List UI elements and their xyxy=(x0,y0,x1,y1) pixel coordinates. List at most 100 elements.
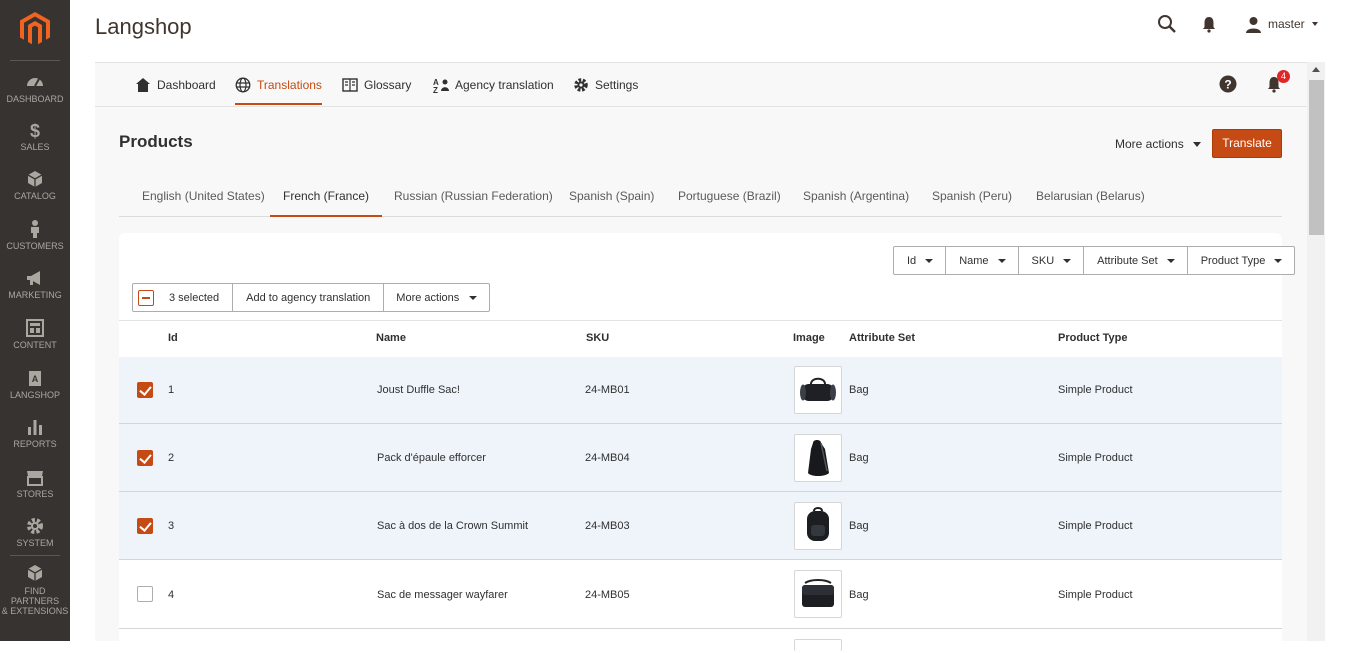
cell-product-type: Simple Product xyxy=(1058,384,1133,396)
user-menu[interactable]: master xyxy=(1245,14,1318,34)
nav-item-settings[interactable]: Settings xyxy=(573,63,638,107)
sidebar-item-content[interactable]: CONTENT xyxy=(0,318,70,350)
sidebar-item-find-partners[interactable]: FIND PARTNERS & EXTENSIONS xyxy=(0,564,70,616)
cell-name: Sac de messager wayfarer xyxy=(377,589,508,601)
sidebar-item-label: SALES xyxy=(20,142,50,152)
cell-attribute-set: Bag xyxy=(849,589,869,601)
home-icon xyxy=(136,78,150,92)
sidebar-item-sales[interactable]: $ SALES xyxy=(0,120,70,152)
svg-text:$: $ xyxy=(30,121,40,140)
search-icon[interactable] xyxy=(1157,14,1177,34)
bell-icon[interactable] xyxy=(1201,15,1217,33)
language-tabs: English (United States) French (France) … xyxy=(119,178,1282,217)
table-row[interactable] xyxy=(119,629,1282,651)
dashboard-icon xyxy=(25,72,45,92)
nav-item-translations[interactable]: Translations xyxy=(235,63,322,107)
cell-id: 2 xyxy=(168,452,175,464)
column-header-image: Image xyxy=(793,332,825,344)
nav-item-glossary[interactable]: Glossary xyxy=(342,63,411,107)
filter-name[interactable]: Name xyxy=(945,247,1017,274)
cell-sku: 24-MB03 xyxy=(585,520,630,532)
tab-russian-russian-federation[interactable]: Russian (Russian Federation) xyxy=(394,178,553,216)
scrollbar-thumb[interactable] xyxy=(1309,80,1324,235)
column-header-sku[interactable]: SKU xyxy=(586,332,609,344)
tab-spanish-argentina[interactable]: Spanish (Argentina) xyxy=(803,178,909,216)
chevron-down-icon xyxy=(1274,258,1283,263)
scroll-up-arrow[interactable] xyxy=(1312,67,1320,72)
tab-belarusian-belarus[interactable]: Belarusian (Belarus) xyxy=(1036,178,1145,216)
table-row[interactable]: 3 Sac à dos de la Crown Summit 24-MB03 B… xyxy=(119,492,1282,560)
sidebar-item-label: CUSTOMERS xyxy=(6,241,64,251)
mass-actions-bar: 3 selected Add to agency translation Mor… xyxy=(132,283,491,312)
sidebar-item-customers[interactable]: CUSTOMERS xyxy=(0,219,70,251)
sidebar-item-reports[interactable]: REPORTS xyxy=(0,417,70,449)
column-header-id[interactable]: Id xyxy=(168,332,178,344)
langshop-icon: A xyxy=(25,368,45,388)
row-checkbox[interactable] xyxy=(137,518,153,534)
mass-more-actions-dropdown[interactable]: More actions xyxy=(384,284,489,311)
sidebar-item-label: DASHBOARD xyxy=(6,94,64,104)
sidebar-item-stores[interactable]: STORES xyxy=(0,467,70,499)
tab-english-united-states[interactable]: English (United States) xyxy=(142,178,265,216)
translate-button[interactable]: Translate xyxy=(1212,129,1282,158)
sidebar-item-label: CONTENT xyxy=(13,340,57,350)
row-checkbox[interactable] xyxy=(137,450,153,466)
row-checkbox[interactable] xyxy=(137,586,153,602)
tab-portuguese-brazil[interactable]: Portuguese (Brazil) xyxy=(678,178,781,216)
row-checkbox[interactable] xyxy=(137,382,153,398)
cell-name: Pack d'épaule efforcer xyxy=(377,452,486,464)
magento-logo-icon[interactable] xyxy=(20,12,50,46)
sidebar-item-label: MARKETING xyxy=(8,290,62,300)
sidebar-item-label: LANGSHOP xyxy=(9,390,60,400)
section-title: Products xyxy=(119,132,193,151)
sidebar-item-langshop[interactable]: A LANGSHOP xyxy=(0,368,70,400)
chevron-down-icon xyxy=(1166,258,1175,263)
sidebar-item-catalog[interactable]: CATALOG xyxy=(0,169,70,201)
filter-product-type[interactable]: Product Type xyxy=(1186,247,1295,274)
svg-text:Z: Z xyxy=(433,86,438,93)
chevron-down-icon xyxy=(1192,141,1201,147)
column-header-name[interactable]: Name xyxy=(376,332,406,344)
filter-attribute-set[interactable]: Attribute Set xyxy=(1083,247,1187,274)
cell-name: Joust Duffle Sac! xyxy=(377,384,460,396)
cell-name: Sac à dos de la Crown Summit xyxy=(377,520,529,532)
tab-spanish-spain[interactable]: Spanish (Spain) xyxy=(569,178,654,216)
cell-attribute-set: Bag xyxy=(849,384,869,396)
deselect-all-checkbox[interactable] xyxy=(138,289,154,306)
help-icon[interactable]: ? xyxy=(1219,75,1237,93)
sidebar-item-label: STORES xyxy=(16,489,54,499)
agency-icon: AZ xyxy=(433,78,449,93)
sidebar-item-system[interactable]: SYSTEM xyxy=(0,516,70,548)
sidebar-item-label: FIND PARTNERS xyxy=(10,586,60,606)
gear-icon xyxy=(25,516,45,536)
tab-spanish-peru[interactable]: Spanish (Peru) xyxy=(932,178,1012,216)
boxes-icon xyxy=(25,564,45,584)
sling-backpack-image[interactable] xyxy=(794,434,842,482)
backpack-image[interactable] xyxy=(794,502,842,550)
cell-sku: 24-MB04 xyxy=(585,452,630,464)
nav-item-agency-translation[interactable]: AZ Agency translation xyxy=(433,63,554,107)
sidebar-item-dashboard[interactable]: DASHBOARD xyxy=(0,72,70,104)
column-header-attribute-set[interactable]: Attribute Set xyxy=(849,332,915,344)
column-header-product-type[interactable]: Product Type xyxy=(1058,332,1127,344)
add-to-agency-translation-button[interactable]: Add to agency translation xyxy=(233,284,385,311)
filter-sku[interactable]: SKU xyxy=(1017,247,1084,274)
cell-id: 4 xyxy=(168,589,175,601)
filter-id[interactable]: Id xyxy=(894,247,945,274)
sidebar-item-label: REPORTS xyxy=(13,439,57,449)
cube-icon xyxy=(25,169,45,189)
selection-toggle[interactable]: 3 selected xyxy=(133,284,234,311)
nav-item-dashboard[interactable]: Dashboard xyxy=(135,63,216,107)
chevron-down-icon xyxy=(1063,258,1072,263)
duffle-bag-image[interactable] xyxy=(794,366,842,414)
admin-sidebar: DASHBOARD $ SALES CATALOG CUSTOMERS MARK… xyxy=(0,0,70,641)
table-row[interactable]: 1 Joust Duffle Sac! 24-MB01 Bag Simple P… xyxy=(119,357,1282,424)
tab-french-france[interactable]: French (France) xyxy=(269,178,383,217)
table-row[interactable]: 2 Pack d'épaule efforcer 24-MB04 Bag Sim… xyxy=(119,424,1282,492)
dollar-icon: $ xyxy=(25,120,45,141)
more-actions-dropdown[interactable]: More actions xyxy=(1115,137,1201,151)
sidebar-item-marketing[interactable]: MARKETING xyxy=(0,268,70,300)
cell-product-type: Simple Product xyxy=(1058,520,1133,532)
messenger-bag-image[interactable] xyxy=(794,570,842,618)
table-row[interactable]: 4 Sac de messager wayfarer 24-MB05 Bag S… xyxy=(119,560,1282,629)
